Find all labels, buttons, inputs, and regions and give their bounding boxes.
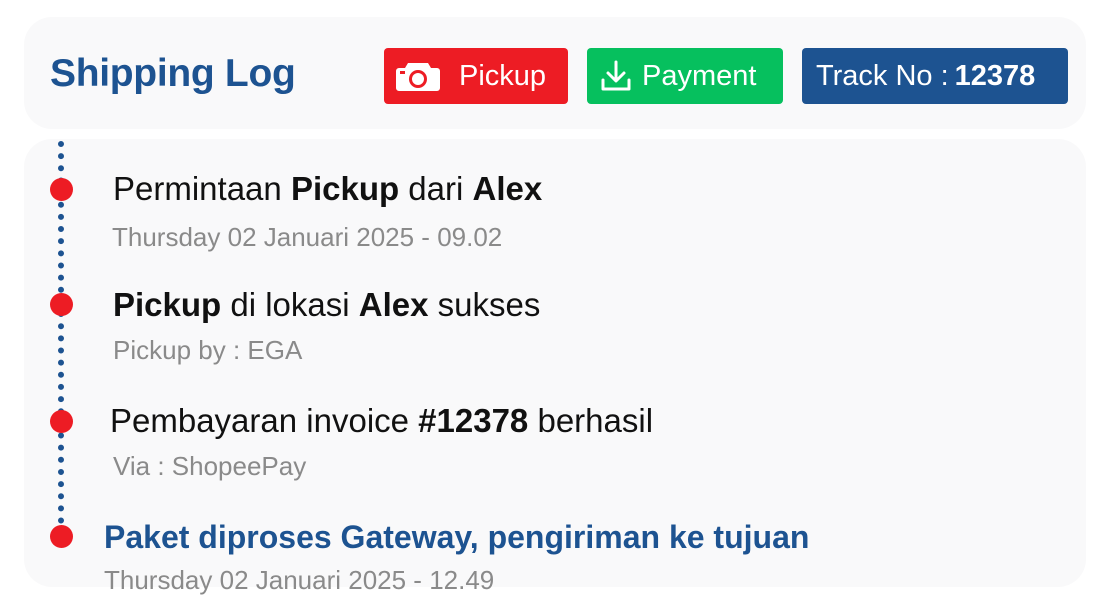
- payment-button[interactable]: Payment: [587, 48, 783, 104]
- page-title: Shipping Log: [50, 52, 296, 95]
- event-timestamp: Thursday 02 Januari 2025 - 09.02: [112, 222, 503, 252]
- event-detail: Pickup by : EGA: [113, 335, 303, 365]
- track-number-prefix: Track No :: [816, 59, 949, 92]
- download-icon: [598, 58, 634, 94]
- event-detail: Via : ShopeePay: [113, 451, 307, 481]
- pickup-button[interactable]: Pickup: [384, 48, 568, 104]
- payment-button-label: Payment: [642, 59, 757, 92]
- track-number-value: 12378: [954, 59, 1036, 92]
- timeline-dot: [50, 293, 73, 316]
- timeline-dot: [50, 178, 73, 201]
- event-title-current: Paket diproses Gateway, pengiriman ke tu…: [104, 519, 810, 555]
- pickup-button-label: Pickup: [459, 59, 547, 92]
- timeline-dot: [50, 410, 73, 433]
- event-title: Pickup di lokasi Alex sukses: [113, 286, 541, 323]
- camera-icon: [395, 60, 441, 92]
- event-title: Pembayaran invoice #12378 berhasil: [110, 402, 654, 439]
- timeline-dot: [50, 525, 73, 548]
- event-timestamp: Thursday 02 Januari 2025 - 12.49: [104, 565, 495, 595]
- event-title: Permintaan Pickup dari Alex: [113, 170, 543, 207]
- track-number-badge: Track No : 12378: [802, 48, 1068, 104]
- shipping-log-page: Shipping Log Pickup Payment Track No : 1…: [0, 0, 1112, 610]
